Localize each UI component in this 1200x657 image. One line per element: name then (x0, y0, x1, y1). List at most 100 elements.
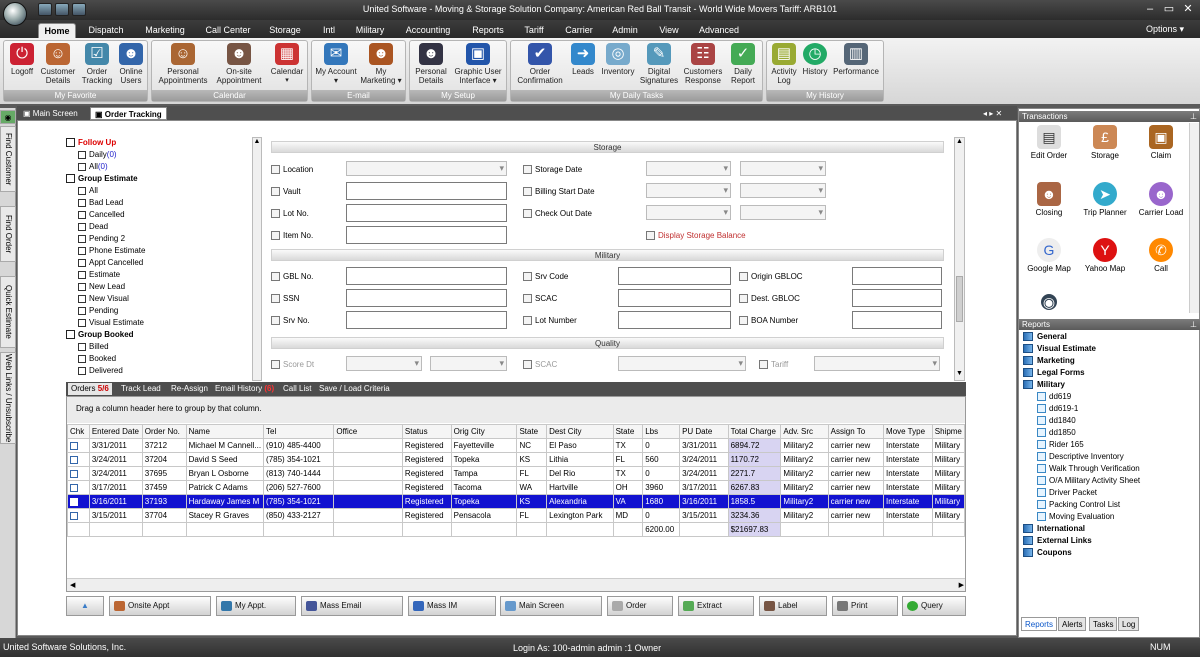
origin-gbloc-input[interactable] (852, 267, 942, 285)
tree-checkbox[interactable] (78, 306, 86, 315)
mass-im-button[interactable]: Mass IM (408, 596, 496, 616)
digital-signatures-button[interactable]: ✎ Digital Signatures (639, 43, 679, 91)
customer-details-button[interactable]: ☺ Customer Details (38, 43, 78, 91)
tree-scrollbar[interactable]: ▲ (252, 137, 262, 381)
pin-icon[interactable]: ⊥ (1190, 111, 1197, 122)
ssn-input[interactable] (346, 289, 507, 307)
quick-access-save-icon[interactable] (38, 3, 52, 16)
tab-reports[interactable]: Reports (466, 23, 510, 38)
tab-marketing[interactable]: Marketing (138, 23, 192, 38)
row-checkbox[interactable] (70, 497, 78, 506)
column-header[interactable]: State (612, 424, 644, 439)
item-no-input[interactable] (346, 226, 507, 244)
tree-item[interactable]: Group Estimate (66, 173, 138, 185)
boa-number-checkbox[interactable]: BOA Number (739, 316, 798, 326)
scroll-right-icon[interactable]: ▶ (959, 581, 964, 589)
carrier-load-button[interactable]: ☻ Carrier Load (1132, 182, 1190, 217)
storage-date-from[interactable] (646, 161, 731, 176)
boa-number-input[interactable] (852, 311, 942, 329)
transactions-scrollbar[interactable] (1189, 123, 1199, 313)
gbl-no-checkbox[interactable]: GBL No. (271, 272, 313, 282)
tree-checkbox[interactable] (78, 162, 86, 171)
tree-checkbox[interactable] (78, 150, 86, 159)
leads-button[interactable]: ➜ Leads (567, 43, 599, 91)
column-header[interactable]: Chk (67, 424, 90, 439)
mass-email-button[interactable]: Mass Email (301, 596, 403, 616)
calendar-button[interactable]: ▦ Calendar ▾ (268, 43, 306, 91)
find-order-tab[interactable]: Find Order (0, 206, 16, 262)
tab-call-center[interactable]: Call Center (200, 23, 256, 38)
tree-checkbox[interactable] (78, 294, 86, 303)
tree-checkbox[interactable] (78, 186, 86, 195)
tab-reports-panel[interactable]: Reports (1021, 617, 1058, 631)
gbl-no-input[interactable] (346, 267, 507, 285)
tree-checkbox[interactable] (78, 198, 86, 207)
history-button[interactable]: ◷ History (800, 43, 830, 91)
srv-code-checkbox[interactable]: Srv Code (523, 272, 568, 282)
tab-save-load-criteria[interactable]: Save / Load Criteria (316, 383, 393, 395)
call-button[interactable]: ✆ Call (1132, 238, 1190, 273)
tree-item[interactable]: Daily(0) (78, 149, 117, 161)
tree-checkbox[interactable] (78, 366, 86, 375)
tab-admin[interactable]: Admin (606, 23, 644, 38)
tab-military[interactable]: Military (350, 23, 390, 38)
main-screen-button[interactable]: Main Screen (500, 596, 602, 616)
scroll-left-icon[interactable]: ◀ (70, 581, 75, 589)
lot-no-input[interactable] (346, 204, 507, 222)
report-category[interactable]: International (1023, 523, 1085, 535)
check-out-date-from[interactable] (646, 205, 731, 220)
lot-number-checkbox[interactable]: Lot Number (523, 316, 577, 326)
closing-button[interactable]: ☻ Closing (1020, 182, 1078, 217)
column-header[interactable]: Tel (263, 424, 335, 439)
tab-advanced[interactable]: Advanced (694, 23, 744, 38)
tree-item[interactable]: Bad Lead (78, 197, 123, 209)
location-select[interactable] (346, 161, 507, 176)
tree-item[interactable]: Delivered (78, 365, 123, 377)
tab-tasks[interactable]: Tasks (1089, 617, 1118, 631)
tree-item[interactable]: New Visual (78, 293, 129, 305)
srv-no-checkbox[interactable]: Srv No. (271, 316, 310, 326)
report-item[interactable]: dd1850 (1037, 427, 1076, 439)
report-category[interactable]: Legal Forms (1023, 367, 1085, 379)
claim-button[interactable]: ▣ Claim (1132, 125, 1190, 160)
tree-item[interactable]: Phone Estimate (78, 245, 145, 257)
print-button[interactable]: Print (832, 596, 898, 616)
daily-report-button[interactable]: ✓ Daily Report (725, 43, 761, 91)
row-checkbox[interactable] (70, 455, 78, 464)
close-icon[interactable]: ✕ (1179, 2, 1197, 17)
column-header[interactable]: Name (185, 424, 265, 439)
tab-re-assign[interactable]: Re-Assign (168, 383, 211, 395)
tree-checkbox[interactable] (78, 354, 86, 363)
column-header[interactable]: Assign To (827, 424, 885, 439)
onsite-appointment-button[interactable]: ☻ On-site Appointment (212, 43, 266, 91)
vault-input[interactable] (346, 182, 507, 200)
quick-access-print-icon[interactable] (72, 3, 86, 16)
more-transactions-button[interactable]: ◉ (1020, 294, 1078, 312)
tree-item[interactable]: Booked (78, 353, 116, 365)
online-users-button[interactable]: ☻ Online Users (115, 43, 147, 91)
billing-start-date-from[interactable] (646, 183, 731, 198)
check-out-date-to[interactable] (740, 205, 826, 220)
report-item[interactable]: Packing Control List (1037, 499, 1120, 511)
column-header[interactable]: Move Type (883, 424, 933, 439)
edit-order-button[interactable]: ▤ Edit Order (1020, 125, 1078, 160)
dest-gbloc-input[interactable] (852, 289, 942, 307)
ssn-checkbox[interactable]: SSN (271, 294, 299, 304)
tree-item[interactable]: Pending 2 (78, 233, 125, 245)
tab-dispatch[interactable]: Dispatch (82, 23, 130, 38)
table-row[interactable]: 3/17/2011 37459 Patrick C Adams (206) 527-7… (67, 480, 965, 495)
web-links-tab[interactable]: Web Links / Unsubscribe (0, 352, 16, 444)
filters-scrollbar[interactable]: ▲ ▼ (954, 137, 965, 381)
my-marketing-button[interactable]: ☻ My Marketing ▾ (358, 43, 404, 91)
display-storage-balance-checkbox[interactable]: Display Storage Balance (646, 231, 746, 241)
column-header[interactable]: Shipme (931, 424, 965, 439)
extract-button[interactable]: Extract (678, 596, 754, 616)
location-checkbox[interactable]: Location (271, 165, 313, 175)
tree-checkbox[interactable] (78, 246, 86, 255)
tree-item[interactable]: Visual Estimate (78, 317, 144, 329)
column-header[interactable]: Order No. (141, 424, 187, 439)
order-button[interactable]: Order (607, 596, 673, 616)
tab-home[interactable]: Home (38, 23, 76, 38)
scroll-down-icon[interactable]: ▼ (955, 370, 964, 380)
tree-item[interactable]: Pending (78, 305, 118, 317)
